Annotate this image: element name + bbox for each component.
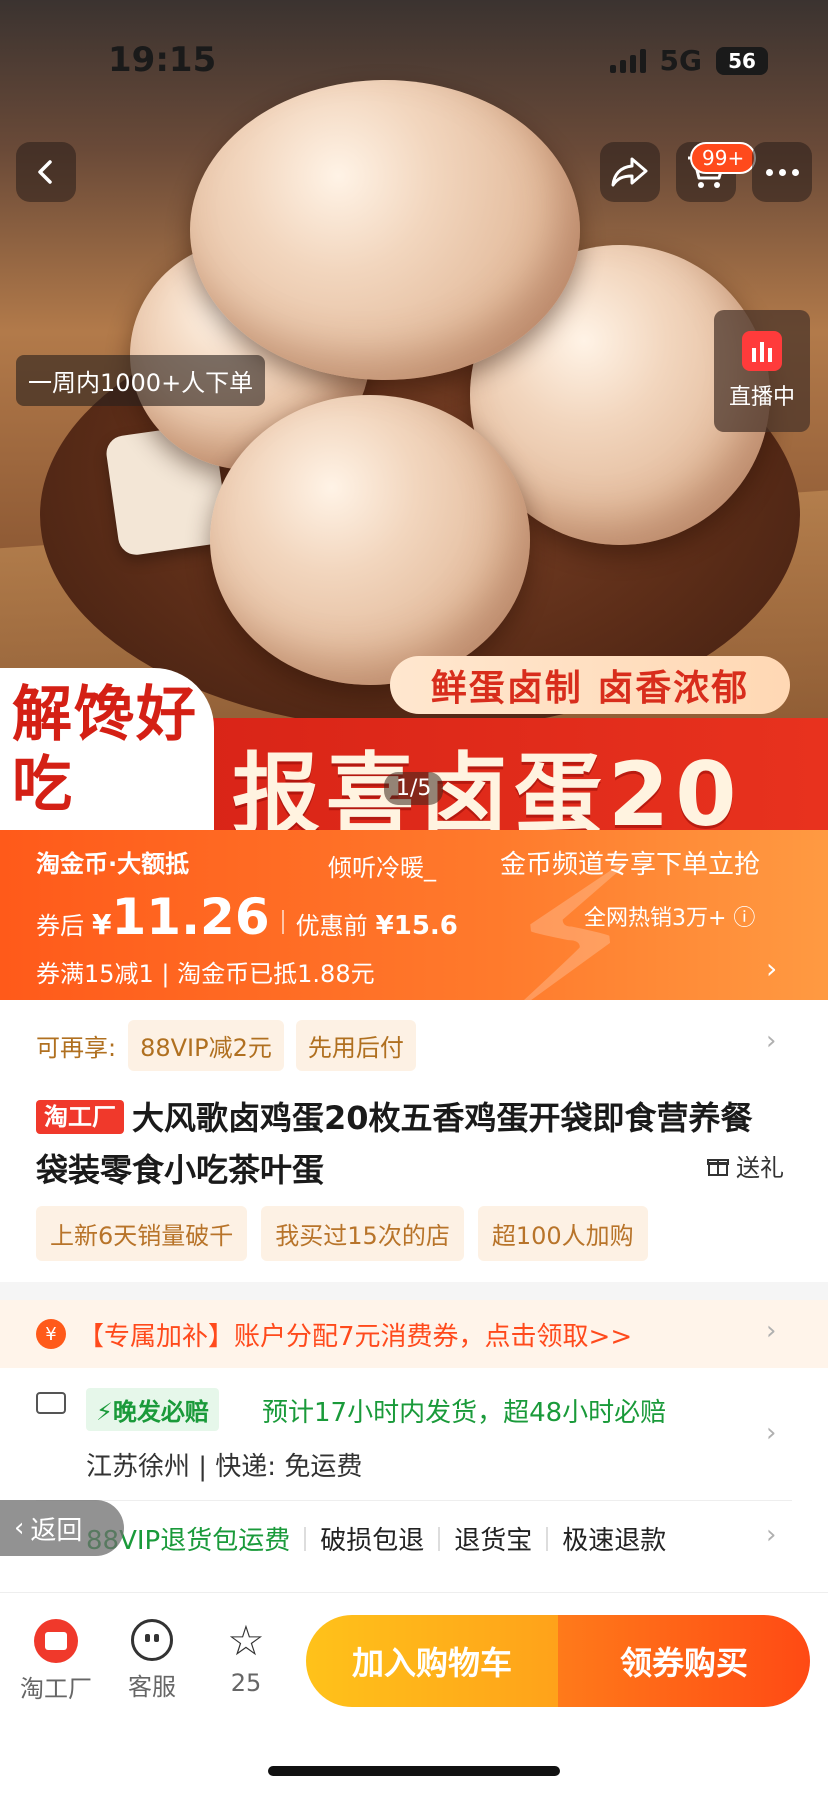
product-page: 19:15 5G 56 99+ 一周内1000+人下单 直播中 鲜蛋卤制 卤香浓…: [0, 0, 828, 1796]
home-indicator: [268, 1766, 560, 1776]
battery-icon: 56: [716, 46, 768, 75]
subsidy-banner[interactable]: ¥ 【专属加补】账户分配7元消费券，点击领取>>: [0, 1300, 828, 1368]
guarantee-item: 破损包退: [320, 1526, 425, 1556]
egg-image: [210, 395, 530, 685]
brand-tag: 淘工厂: [36, 1100, 124, 1134]
guarantee-item: 极速退款: [562, 1526, 667, 1556]
product-tag: 我买过15次的店: [261, 1206, 464, 1261]
slogan-pill: 鲜蛋卤制 卤香浓郁: [390, 656, 790, 714]
network-type: 5G: [659, 44, 702, 77]
back-button[interactable]: [16, 142, 76, 202]
product-tag: 上新6天销量破千: [36, 1206, 248, 1261]
return-label: 返回: [30, 1515, 83, 1546]
favorite-button[interactable]: ☆ 25: [212, 1616, 280, 1698]
chevron-right-icon: ›: [766, 1418, 777, 1448]
after-coupon-price: 11.26: [111, 888, 270, 946]
hot-sales-text[interactable]: 全网热销3万+ ⓘ: [584, 900, 755, 932]
promo-bar[interactable]: ⚡ 淘金币·大额抵 倾听冷暖_ 金币频道专享下单立抢 券后 ¥ 11.26 优惠…: [0, 830, 828, 1000]
product-title-text: 大风歌卤鸡蛋20枚五香鸡蛋开袋即食营养餐袋装零食小吃茶叶蛋: [36, 1099, 753, 1189]
egg-image: [190, 80, 580, 380]
original-price: ¥15.6: [375, 911, 458, 941]
late-ship-badge: ⚡晚发必赔: [86, 1388, 219, 1431]
buy-button[interactable]: 领券购买: [558, 1615, 810, 1707]
status-indicators: 5G 56: [609, 44, 768, 77]
product-tags: 上新6天销量破千 我买过15次的店 超100人加购: [36, 1206, 648, 1261]
live-label: 直播中: [728, 385, 795, 410]
star-icon: ☆: [227, 1616, 265, 1665]
add-to-cart-button[interactable]: 加入购物车: [306, 1615, 558, 1707]
favorite-count: 25: [230, 1669, 262, 1697]
gift-button[interactable]: 送礼: [706, 1148, 784, 1183]
more-button[interactable]: [752, 142, 812, 202]
divider: [281, 910, 284, 934]
divider: [304, 1526, 307, 1551]
subsidy-text: 【专属加补】账户分配7元消费券，点击领取>>: [78, 1321, 633, 1352]
chevron-right-icon: ›: [766, 952, 778, 985]
shop-label: 淘工厂: [20, 1675, 92, 1703]
live-stream-button[interactable]: 直播中: [714, 310, 810, 432]
after-coupon-label: 券后: [36, 912, 84, 940]
chevron-left-icon: [38, 160, 52, 184]
coin-channel-text: 金币频道专享下单立抢: [500, 850, 761, 880]
extra-benefits-row[interactable]: 可再享: 88VIP减2元 先用后付: [36, 1020, 416, 1071]
more-dots-icon: [765, 168, 799, 176]
coin-label: 淘金币·大额抵: [36, 850, 190, 878]
price-row: 券后 ¥ 11.26 优惠前 ¥15.6: [36, 888, 458, 946]
shop-logo-icon: [34, 1619, 78, 1663]
section-divider: [0, 1282, 828, 1300]
truck-icon: [36, 1392, 66, 1414]
share-button[interactable]: [600, 142, 660, 202]
corner-text: 解馋好吃: [12, 680, 198, 820]
extras-chip: 先用后付: [295, 1020, 416, 1071]
share-icon: [611, 157, 648, 187]
guarantee-item: 退货宝: [454, 1526, 533, 1556]
chevron-right-icon: ›: [766, 1520, 777, 1550]
currency-symbol: ¥: [92, 908, 112, 941]
promo-username: 倾听冷暖_: [328, 854, 436, 882]
chevron-right-icon: ›: [766, 1026, 777, 1056]
extras-label: 可再享:: [36, 1034, 117, 1062]
product-tag: 超100人加购: [477, 1206, 648, 1261]
divider: [546, 1526, 549, 1551]
yen-coin-icon: ¥: [36, 1319, 66, 1349]
divider-line: [36, 1500, 792, 1501]
product-title: 淘工厂 大风歌卤鸡蛋20枚五香鸡蛋开袋即食营养餐袋装零食小吃茶叶蛋: [36, 1092, 766, 1196]
recent-buyers-chip: 一周内1000+人下单: [16, 355, 266, 406]
cart-count-badge: 99+: [690, 142, 757, 174]
service-label: 客服: [128, 1673, 176, 1701]
image-pager: 1/5: [384, 772, 444, 805]
return-button[interactable]: ‹ 返回: [0, 1500, 124, 1556]
extras-chip: 88VIP减2元: [128, 1020, 284, 1071]
live-bars-icon: [742, 331, 782, 371]
original-price-label: 优惠前: [295, 912, 368, 940]
customer-service-button[interactable]: 客服: [118, 1619, 186, 1702]
ship-promise[interactable]: 预计17小时内发货，超48小时必赔: [262, 1392, 666, 1429]
gift-label: 送礼: [736, 1154, 784, 1182]
coupon-detail: 券满15减1 | 淘金币已抵1.88元: [36, 960, 375, 988]
gift-icon: [707, 1158, 729, 1176]
divider: [438, 1526, 441, 1551]
status-time: 19:15: [108, 40, 217, 80]
guarantee-row[interactable]: 88VIP退货包运费 破损包退 退货宝 极速退款: [86, 1520, 666, 1557]
shop-button[interactable]: 淘工厂: [14, 1619, 98, 1704]
chat-face-icon: [131, 1619, 173, 1661]
chevron-right-icon: ›: [766, 1316, 777, 1346]
signal-icon: [609, 48, 646, 73]
chevron-left-icon: ‹: [14, 1513, 25, 1543]
ship-location: 江苏徐州 | 快递: 免运费: [86, 1452, 363, 1482]
